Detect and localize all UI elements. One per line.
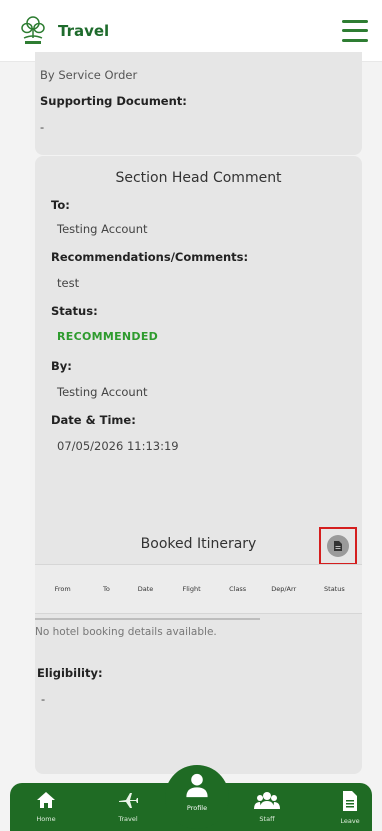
group-icon	[254, 792, 280, 809]
hamburger-menu-icon[interactable]	[342, 19, 368, 42]
no-hotel-text: No hotel booking details available.	[35, 626, 217, 638]
supporting-document-label: Supporting Document:	[40, 94, 187, 108]
nav-label-home: Home	[36, 815, 56, 823]
datetime-label: Date & Time:	[51, 413, 136, 427]
to-value: Testing Account	[57, 222, 148, 236]
column-header-from: From	[54, 585, 71, 593]
file-icon	[343, 791, 357, 811]
booked-itinerary-card: Booked Itinerary From To Date Flight Cla…	[35, 506, 362, 774]
supporting-document-value: -	[40, 120, 45, 134]
nav-item-leave[interactable]: Leave	[326, 790, 374, 830]
column-header-class: Class	[229, 585, 247, 593]
itinerary-header: Booked Itinerary	[35, 522, 362, 565]
table-scrollbar[interactable]	[35, 618, 260, 620]
nav-item-travel[interactable]: Travel	[104, 790, 152, 830]
nav-label-profile: Profile	[186, 804, 208, 812]
status-label: Status:	[51, 304, 98, 318]
nav-label-leave: Leave	[340, 817, 360, 825]
to-label: To:	[51, 198, 70, 212]
nav-label-travel: Travel	[118, 815, 138, 823]
column-header-dep-arr: Dep/Arr	[271, 585, 297, 593]
column-header-flight: Flight	[182, 585, 201, 593]
datetime-value: 07/05/2026 11:13:19	[57, 439, 179, 453]
itinerary-title: Booked Itinerary	[140, 536, 257, 552]
itinerary-table-header: From To Date Flight Class Dep/Arr Status	[35, 564, 362, 614]
status-badge: RECOMMENDED	[57, 330, 159, 343]
nav-item-home[interactable]: Home	[22, 790, 70, 830]
recommendations-label: Recommendations/Comments:	[51, 250, 249, 264]
by-value: Testing Account	[57, 385, 148, 399]
section-head-comment-card: Section Head Comment To: Testing Account…	[35, 156, 362, 558]
nav-item-profile[interactable]: Profile	[173, 772, 221, 812]
itinerary-document-button[interactable]	[319, 527, 357, 565]
approved-by-text: By Service Order	[40, 68, 138, 82]
person-icon	[186, 773, 208, 798]
eligibility-label: Eligibility:	[37, 666, 103, 680]
column-header-date: Date	[137, 585, 154, 593]
tree-logo-icon	[18, 13, 48, 49]
plane-icon	[119, 793, 138, 808]
recommendations-value: test	[57, 276, 80, 290]
column-header-status: Status	[324, 585, 345, 593]
nav-item-staff[interactable]: Staff	[243, 790, 291, 830]
home-icon	[37, 792, 55, 808]
by-label: By:	[51, 359, 72, 373]
section-title: Section Head Comment	[115, 170, 282, 186]
approval-card: By Service Order Supporting Document: -	[35, 52, 362, 155]
nav-label-staff: Staff	[259, 815, 275, 823]
app-title: Travel	[58, 21, 110, 40]
document-icon	[327, 535, 349, 557]
column-header-to: To	[102, 585, 110, 593]
eligibility-value: -	[41, 692, 46, 706]
